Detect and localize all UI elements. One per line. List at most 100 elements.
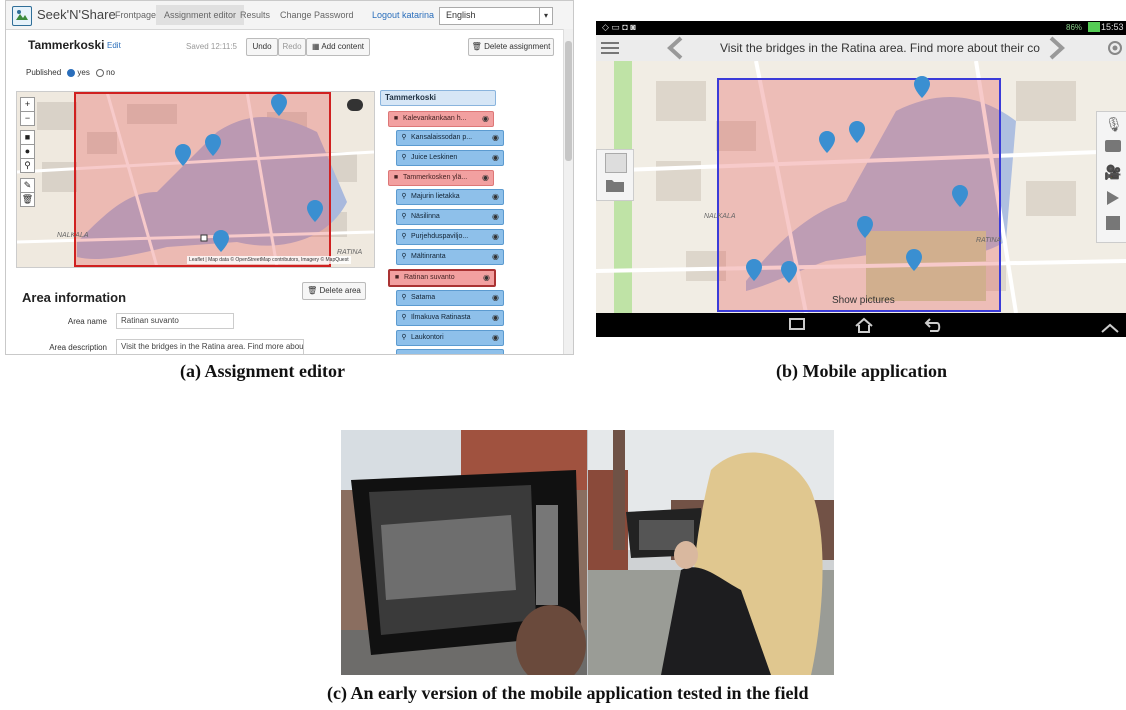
tree-point-label: Mältinranta (411, 253, 446, 260)
delete-layers-icon[interactable]: 🗑 (20, 192, 35, 207)
tree-point-item[interactable]: ⚲ Satama ◉ (396, 290, 504, 306)
eye-icon[interactable]: ◉ (482, 171, 489, 185)
eye-icon[interactable]: ◉ (492, 131, 499, 145)
caption-a: (a) Assignment editor (180, 361, 345, 381)
scrollbar[interactable] (563, 29, 573, 354)
tree-area-item[interactable]: ■ Tammerkosken ylä... ◉ (388, 170, 494, 186)
app-logo-icon[interactable] (12, 6, 32, 26)
camera-icon[interactable] (1105, 140, 1121, 152)
eye-icon[interactable]: ◉ (492, 151, 499, 165)
chevron-up-icon[interactable] (1101, 320, 1119, 337)
map-attribution: Leaflet | Map data © OpenStreetMap contr… (187, 256, 351, 264)
marker-icon: ⚲ (401, 314, 407, 321)
tree-point-label: Juice Leskinen (411, 154, 458, 161)
map-tiles (17, 92, 374, 267)
scrollbar-thumb[interactable] (565, 41, 572, 161)
tree-area-item-selected[interactable]: ■ Ratinan suvanto ◉ (388, 269, 496, 287)
map-view-icon[interactable] (605, 153, 627, 173)
home-icon[interactable] (854, 317, 874, 337)
published-no-radio[interactable] (96, 68, 105, 77)
back-icon[interactable] (924, 317, 942, 337)
area-description-input[interactable]: Visit the bridges in the Ratina area. Fi… (116, 339, 304, 354)
nav-results[interactable]: Results (240, 10, 270, 20)
chevron-right-icon[interactable] (1046, 36, 1066, 60)
undo-button[interactable]: Undo (246, 38, 278, 56)
play-icon[interactable] (1106, 190, 1120, 211)
zoom-in-button[interactable]: + (20, 97, 35, 112)
eye-icon[interactable]: ◉ (492, 291, 499, 305)
tree-point-item[interactable]: ⚲ Kansalaissodan p... ◉ (396, 130, 504, 146)
eye-icon[interactable]: ◉ (492, 331, 499, 345)
area-square-icon: ■ (393, 174, 399, 181)
menu-icon[interactable] (600, 38, 620, 58)
recent-apps-icon[interactable] (787, 318, 805, 337)
nav-assignment-editor[interactable]: Assignment editor (156, 5, 245, 25)
stop-icon[interactable] (1106, 216, 1120, 230)
tree-area-item[interactable]: ■ Kalevankankaan h... ◉ (388, 111, 494, 127)
eye-icon[interactable]: ◉ (483, 271, 490, 285)
eye-icon[interactable]: ◉ (482, 112, 489, 126)
editor-map[interactable]: NALKALA RATINA + − ■ ● ⚲ ✎ 🗑 Leaflet | M… (16, 91, 375, 268)
layers-toggle-icon[interactable] (347, 99, 363, 111)
assignment-title: Tammerkoski (28, 38, 105, 52)
area-information-heading: Area information (22, 290, 127, 305)
tree-point-item[interactable] (396, 349, 504, 354)
draw-marker-icon[interactable]: ⚲ (20, 158, 35, 173)
tree-point-item[interactable]: ⚲ Laukontori ◉ (396, 330, 504, 346)
marker-icon: ⚲ (401, 154, 407, 161)
published-yes-radio[interactable] (67, 68, 76, 77)
map-label-ratina: RATINA (976, 237, 1002, 244)
draw-circle-icon[interactable]: ● (20, 144, 35, 159)
tree-point-item[interactable]: ⚲ Ilmakuva Ratinasta ◉ (396, 310, 504, 326)
video-icon[interactable]: 🎥 (1104, 164, 1121, 181)
field-test-photo (341, 430, 834, 675)
mobile-map[interactable]: NALKALA RATINA Show pictures (596, 61, 1126, 313)
clock: 15:53 (1101, 22, 1124, 32)
tree-point-item[interactable]: ⚲ Juice Leskinen ◉ (396, 150, 504, 166)
mobile-app-screenshot: ◇ ▭ ◘ ◙ 86% 15:53 Visit the bridges in t… (596, 21, 1126, 337)
android-navigation-bar (596, 313, 1126, 337)
battery-level: 86% (1066, 23, 1083, 32)
microphone-icon[interactable]: 🎙 (1105, 116, 1123, 133)
mobile-action-bar: Visit the bridges in the Ratina area. Fi… (596, 35, 1126, 61)
brand-name[interactable]: Seek'N'Share (37, 7, 116, 22)
delete-assignment-button[interactable]: 🗑 Delete assignment (468, 38, 554, 56)
tree-point-item[interactable]: ⚲ Purjehduspaviljo... ◉ (396, 229, 504, 245)
battery-icon (1088, 22, 1100, 32)
area-name-input[interactable]: Ratinan suvanto (116, 313, 234, 329)
tree-point-label: Purjehduspaviljo... (411, 233, 469, 240)
language-select[interactable]: English ▾ (439, 7, 553, 25)
redo-button[interactable]: Redo (278, 38, 306, 56)
delete-area-button[interactable]: 🗑 Delete area (302, 282, 366, 300)
tree-root[interactable]: Tammerkoski (380, 90, 496, 106)
task-title: Visit the bridges in the Ratina area. Fi… (720, 41, 1040, 55)
nav-change-password[interactable]: Change Password (280, 10, 354, 20)
folder-icon[interactable] (605, 177, 625, 193)
area-description-label: Area description (49, 343, 107, 352)
tree-point-label: Kansalaissodan p... (411, 134, 473, 141)
chevron-left-icon[interactable] (666, 36, 686, 60)
edit-link[interactable]: Edit (107, 41, 121, 50)
eye-icon[interactable]: ◉ (492, 230, 499, 244)
assignment-editor-screenshot: Seek'N'Share Frontpage Assignment editor… (5, 0, 574, 355)
area-name-label: Area name (67, 317, 107, 326)
caption-b: (b) Mobile application (776, 361, 948, 381)
nav-frontpage[interactable]: Frontpage (115, 10, 156, 20)
draw-rectangle-icon[interactable]: ■ (20, 130, 35, 145)
tree-point-item[interactable]: ⚲ Mältinranta ◉ (396, 249, 504, 265)
locate-icon[interactable] (1106, 39, 1124, 57)
add-content-button[interactable]: ▦ Add content (306, 38, 370, 56)
delete-area-label: Delete area (319, 286, 361, 295)
eye-icon[interactable]: ◉ (492, 210, 499, 224)
eye-icon[interactable]: ◉ (492, 311, 499, 325)
tree-area-label: Tammerkosken ylä... (403, 174, 468, 181)
tree-point-item[interactable]: ⚲ Näsilinna ◉ (396, 209, 504, 225)
zoom-out-button[interactable]: − (20, 111, 35, 126)
add-content-label: Add content (321, 42, 365, 51)
edit-layers-icon[interactable]: ✎ (20, 178, 35, 193)
show-pictures-button[interactable]: Show pictures (832, 295, 895, 306)
eye-icon[interactable]: ◉ (492, 250, 499, 264)
tree-point-item[interactable]: ⚲ Majurin lietakka ◉ (396, 189, 504, 205)
logout-link[interactable]: Logout katarina (372, 10, 434, 20)
eye-icon[interactable]: ◉ (492, 190, 499, 204)
